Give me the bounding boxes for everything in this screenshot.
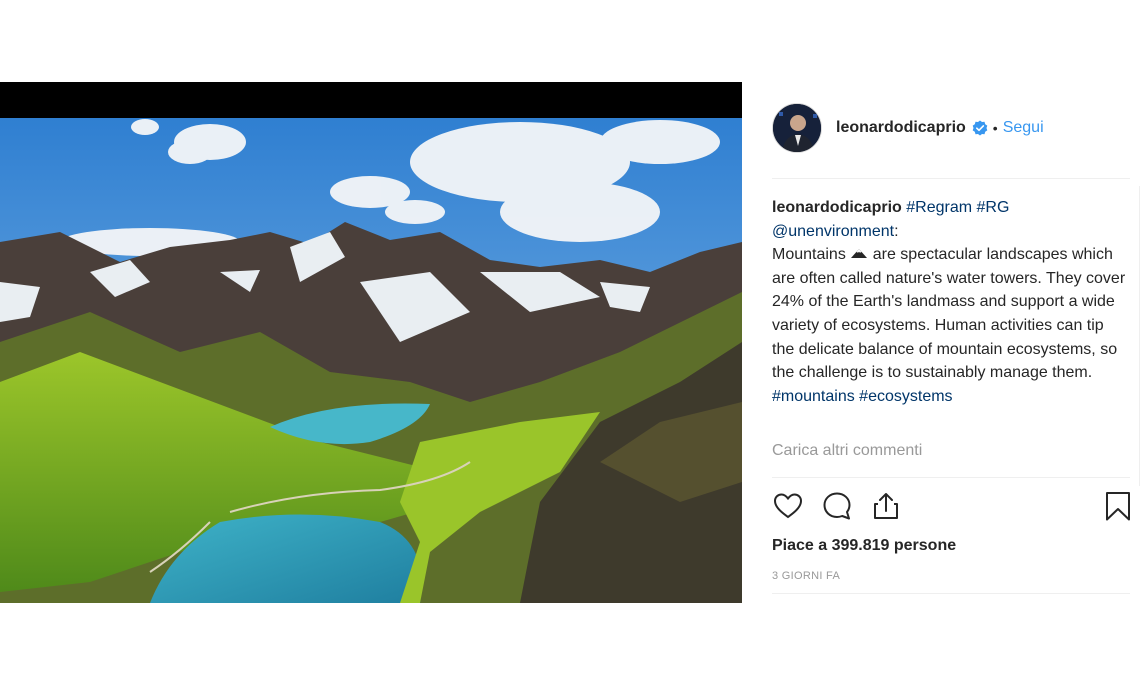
avatar[interactable] [772,103,822,153]
post-timestamp: 3 GIORNI FA [772,570,841,582]
post-header: leonardodicaprio • Segui [772,100,1132,156]
avatar-image [773,104,821,152]
bookmark-icon[interactable] [1102,490,1136,524]
mountain-lake-photo [0,82,742,603]
hashtag-mountains[interactable]: #mountains [772,388,855,405]
verified-badge-icon [972,120,988,136]
hashtag-rg[interactable]: #RG [977,199,1010,216]
hashtag-ecosystems[interactable]: #ecosystems [859,388,952,405]
post-actions [772,490,1130,526]
post-side-panel: leonardodicaprio • Segui leonardodicapri… [772,82,1132,603]
follow-button[interactable]: Segui [1003,119,1044,137]
hashtag-regram[interactable]: #Regram [906,199,972,216]
caption-text-body: are spectacular landscapes which are oft… [772,246,1126,382]
actions-divider [772,477,1130,478]
post-image[interactable] [0,82,742,603]
separator-dot: • [992,120,998,136]
comment-icon[interactable] [821,490,855,524]
likes-count[interactable]: Piace a 399.819 persone [772,537,956,555]
mention-unenvironment[interactable]: @unenvironment [772,223,894,240]
caption-username[interactable]: leonardodicaprio [772,199,902,216]
mention-suffix: : [894,222,899,240]
header-divider [772,178,1130,179]
load-more-comments-link[interactable]: Carica altri commenti [772,442,922,460]
caption-text-start: Mountains [772,246,846,264]
post-caption: leonardodicaprio #Regram #RG @unenvironm… [772,196,1130,408]
heart-icon[interactable] [772,490,806,524]
share-icon[interactable] [870,490,904,524]
footer-divider [772,593,1130,594]
mountain-icon [850,243,868,267]
post-username[interactable]: leonardodicaprio [836,119,966,137]
